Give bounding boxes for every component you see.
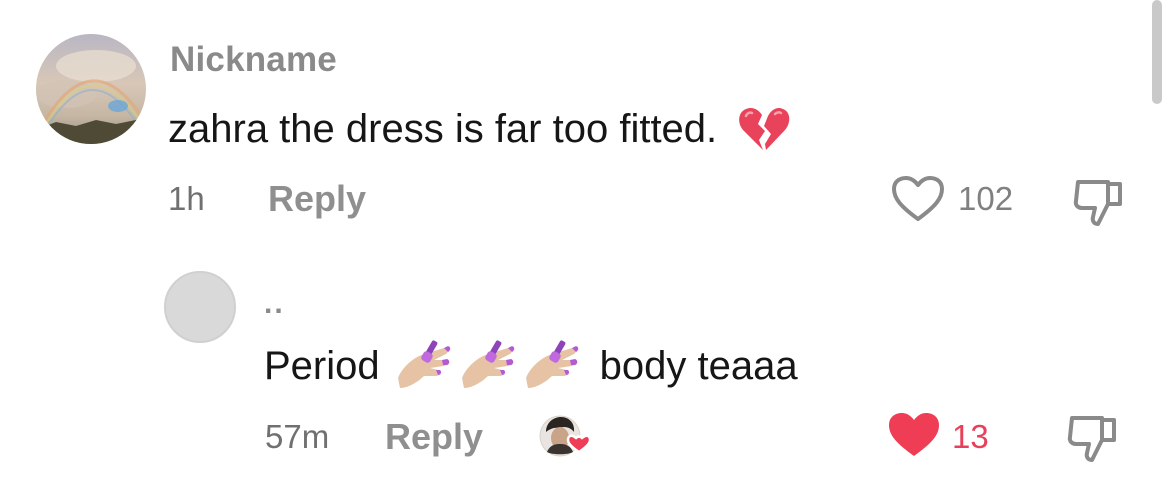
nail-polish-icon bbox=[458, 338, 518, 394]
comment-timestamp: 1h bbox=[168, 180, 205, 217]
avatar-rainbow-photo bbox=[36, 34, 146, 144]
avatar[interactable] bbox=[164, 271, 236, 343]
comment-text-content: zahra the dress is far too fitted. bbox=[168, 106, 718, 151]
comment-author-name[interactable]: Nickname bbox=[170, 40, 337, 80]
thumbs-down-icon[interactable] bbox=[1064, 410, 1122, 466]
reply-button[interactable]: Reply bbox=[268, 178, 366, 220]
comment-text: Period body teaaa bbox=[264, 338, 798, 394]
comment-text-end: body teaaa bbox=[599, 343, 798, 388]
heart-outline-icon[interactable] bbox=[890, 174, 946, 224]
creator-liked-heart-icon bbox=[538, 412, 596, 462]
broken-heart-icon bbox=[737, 104, 791, 154]
nail-polish-icon bbox=[394, 338, 454, 394]
like-count: 102 bbox=[958, 180, 1014, 217]
thumbs-down-icon[interactable] bbox=[1070, 174, 1128, 230]
heart-filled-icon[interactable] bbox=[886, 410, 942, 460]
comment-timestamp: 57m bbox=[265, 418, 330, 455]
comment-text: zahra the dress is far too fitted. bbox=[168, 104, 791, 154]
reply-button[interactable]: Reply bbox=[385, 416, 483, 458]
comment-author-name[interactable]: .. bbox=[264, 287, 285, 321]
comment-text-start: Period bbox=[264, 343, 380, 388]
like-count: 13 bbox=[952, 418, 989, 455]
scrollbar[interactable] bbox=[1152, 0, 1162, 104]
avatar[interactable] bbox=[36, 34, 146, 144]
nail-polish-icon bbox=[522, 338, 582, 394]
